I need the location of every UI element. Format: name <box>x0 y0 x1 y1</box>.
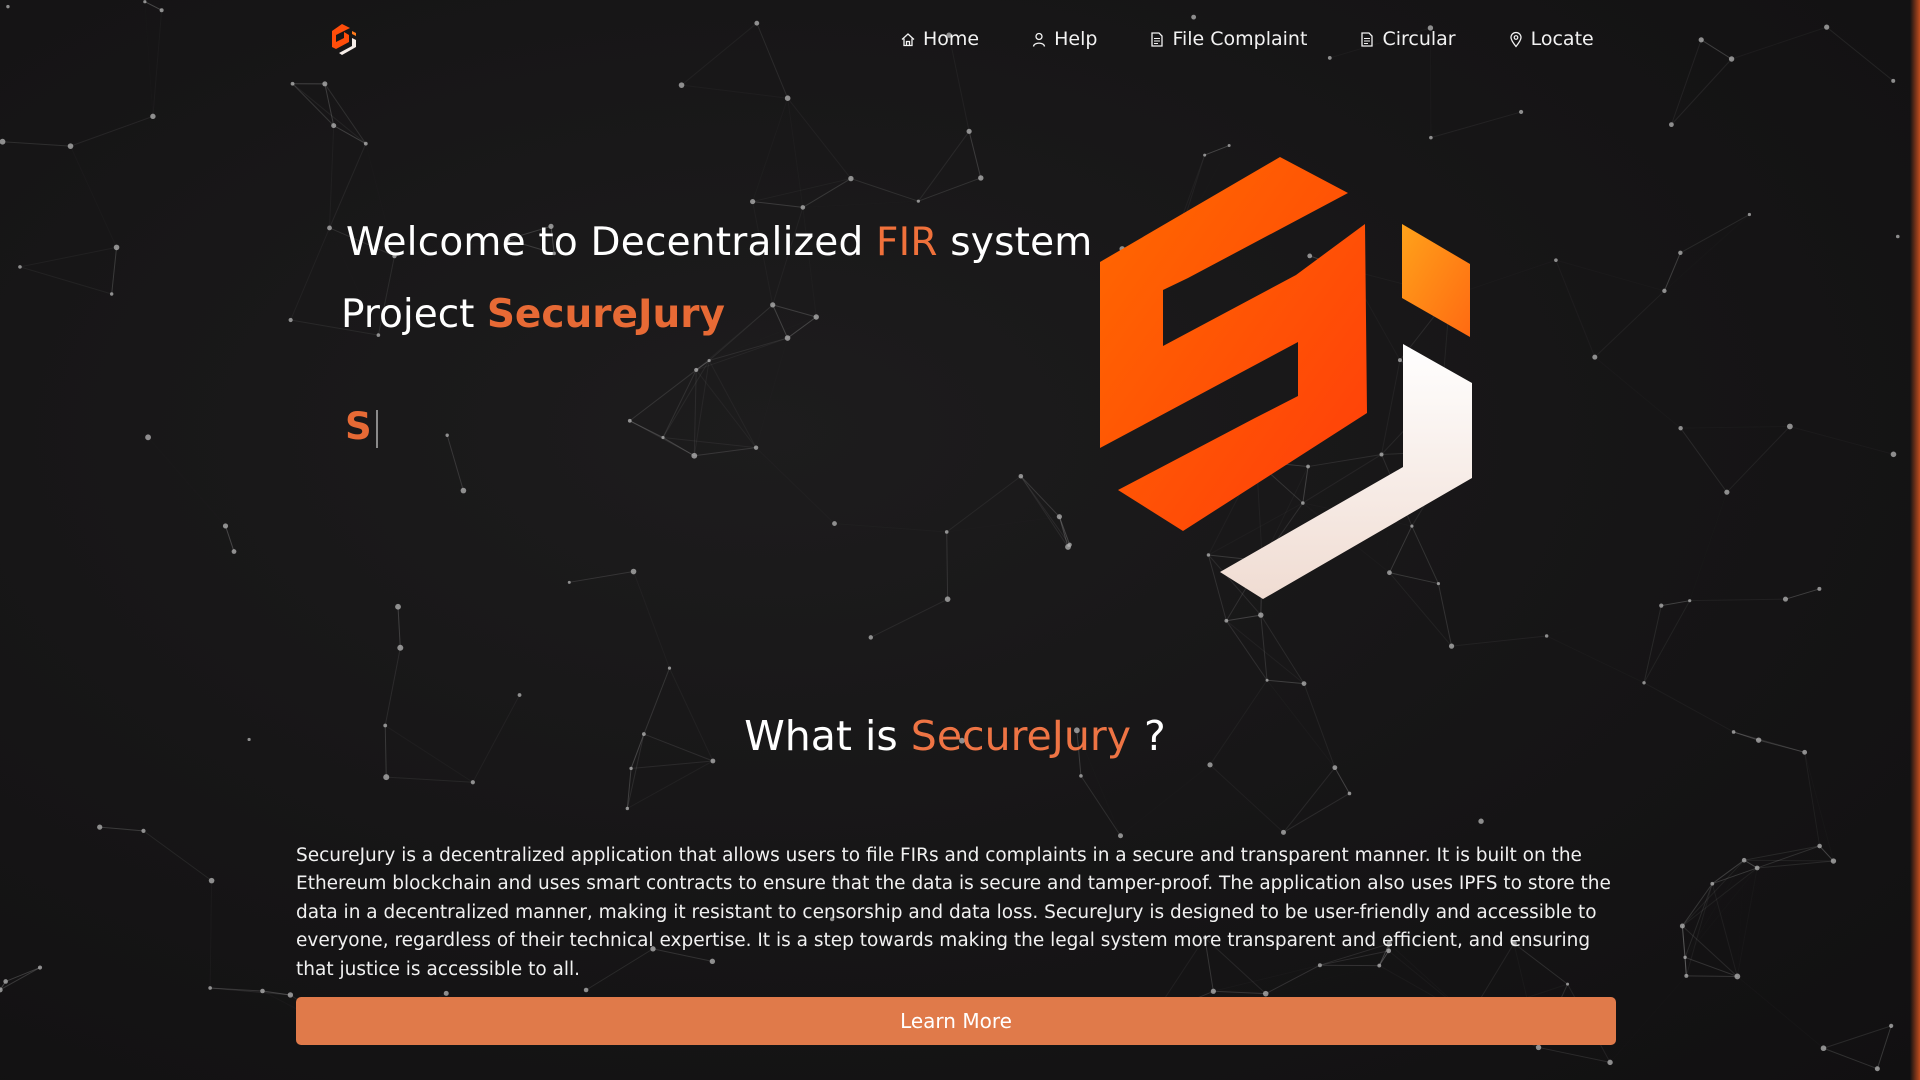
hero-typewriter-text: S <box>345 405 378 448</box>
nav-circular-label: Circular <box>1382 28 1456 50</box>
nav-help-label: Help <box>1054 28 1098 50</box>
user-icon <box>1032 32 1046 47</box>
page-scroll-edge <box>1910 0 1920 1080</box>
hero-project-name: SecureJury <box>486 292 725 337</box>
about-section-title: What is SecureJury ? <box>0 712 1910 760</box>
nav-file-complaint[interactable]: File Complaint <box>1149 28 1307 50</box>
nav-file-complaint-label: File Complaint <box>1172 28 1308 50</box>
about-title-suffix: ? <box>1130 712 1166 760</box>
nav-locate-label: Locate <box>1530 28 1594 50</box>
hero-welcome-prefix: Welcome to Decentralized <box>346 220 877 265</box>
nav-home[interactable]: Home <box>900 28 979 50</box>
hero-project-prefix: Project <box>341 292 487 337</box>
document-icon <box>1151 31 1164 47</box>
securejury-logo-icon[interactable] <box>328 22 360 58</box>
about-description: SecureJury is a decentralized applicatio… <box>296 844 1611 980</box>
learn-more-button[interactable]: Learn More <box>296 997 1616 1045</box>
nav-help[interactable]: Help <box>1031 28 1097 50</box>
typing-caret <box>375 409 378 448</box>
about-title-prefix: What is <box>744 712 911 760</box>
securejury-logo-large <box>1100 157 1472 599</box>
hero-welcome-suffix: system <box>937 220 1093 265</box>
map-pin-icon <box>1509 31 1522 48</box>
about-title-accent: SecureJury <box>910 712 1131 760</box>
hero-welcome-heading: Welcome to Decentralized FIR system <box>346 220 1092 265</box>
home-icon <box>901 32 915 46</box>
nav-home-label: Home <box>923 28 980 50</box>
top-navbar: Home Help File Complaint Circular Locate <box>0 0 1920 84</box>
typed-text: S <box>345 405 372 448</box>
hero-fir-accent: FIR <box>876 220 938 265</box>
nav-links: Home Help File Complaint Circular Locate <box>900 28 1594 50</box>
nav-circular[interactable]: Circular <box>1359 28 1456 50</box>
hero-project-heading: Project SecureJury <box>341 292 725 337</box>
nav-locate[interactable]: Locate <box>1508 28 1594 50</box>
document-icon <box>1361 31 1374 47</box>
